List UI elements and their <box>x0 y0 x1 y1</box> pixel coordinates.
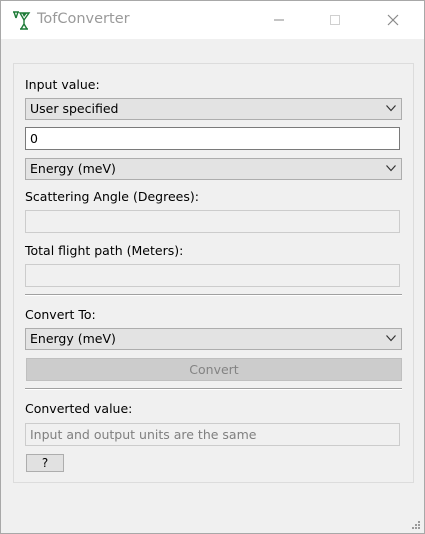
converted-value-text: Input and output units are the same <box>30 427 257 442</box>
output-unit-select[interactable]: Energy (meV) <box>25 328 402 350</box>
help-button-label: ? <box>41 456 49 470</box>
input-mode-select[interactable]: User specified <box>25 98 402 120</box>
input-value-label: Input value: <box>25 77 100 92</box>
divider <box>25 294 402 296</box>
input-value-text: 0 <box>30 131 38 146</box>
window-title: TofConverter <box>37 11 130 27</box>
divider <box>25 388 402 390</box>
scattering-angle-label: Scattering Angle (Degrees): <box>25 189 199 204</box>
convert-to-label: Convert To: <box>25 307 96 322</box>
input-mode-value: User specified <box>30 101 119 116</box>
input-unit-select[interactable]: Energy (meV) <box>25 158 402 180</box>
help-button[interactable]: ? <box>26 454 64 472</box>
maximize-icon <box>330 15 340 25</box>
input-value-field[interactable]: 0 <box>25 127 400 150</box>
chevron-down-icon <box>386 165 396 172</box>
converted-value-field[interactable]: Input and output units are the same <box>25 423 400 446</box>
title-bar[interactable]: TofConverter <box>1 1 424 39</box>
close-icon <box>387 14 399 26</box>
convert-button-label: Convert <box>189 362 239 377</box>
minimize-icon <box>274 19 284 21</box>
app-window: TofConverter Input value: User specified… <box>0 0 425 534</box>
close-button[interactable] <box>370 1 416 39</box>
scattering-angle-field[interactable] <box>25 210 400 233</box>
converted-value-label: Converted value: <box>25 401 133 416</box>
input-unit-value: Energy (meV) <box>30 161 116 176</box>
resize-grip-icon[interactable] <box>411 520 421 530</box>
flight-path-label: Total flight path (Meters): <box>25 243 184 258</box>
chevron-down-icon <box>386 105 396 112</box>
output-unit-value: Energy (meV) <box>30 331 116 346</box>
beaker-logo-icon <box>10 9 32 31</box>
maximize-button[interactable] <box>312 1 358 39</box>
chevron-down-icon <box>386 335 396 342</box>
minimize-button[interactable] <box>256 1 302 39</box>
flight-path-field[interactable] <box>25 264 400 287</box>
convert-button[interactable]: Convert <box>26 358 402 381</box>
